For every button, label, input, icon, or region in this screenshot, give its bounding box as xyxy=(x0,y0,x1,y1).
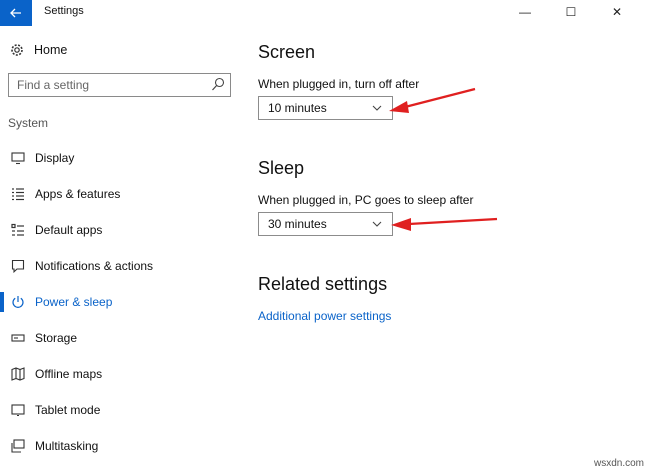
sidebar-item-storage[interactable]: Storage xyxy=(0,320,245,356)
sidebar-item-apps-features[interactable]: Apps & features xyxy=(0,176,245,212)
additional-power-settings-link[interactable]: Additional power settings xyxy=(258,309,391,323)
sidebar-item-label: Display xyxy=(35,151,75,165)
annotation-arrow-screen xyxy=(389,87,476,113)
sidebar-item-label: Notifications & actions xyxy=(35,259,154,273)
window-controls: — ☐ ✕ xyxy=(502,4,640,20)
sleep-timeout-dropdown[interactable]: 30 minutes xyxy=(258,212,393,236)
sidebar-item-notifications[interactable]: Notifications & actions xyxy=(0,248,245,284)
screen-timeout-value: 10 minutes xyxy=(268,101,327,115)
watermark: wsxdn.com xyxy=(593,458,644,469)
sleep-timeout-value: 30 minutes xyxy=(268,217,327,231)
sidebar-item-tablet-mode[interactable]: Tablet mode xyxy=(0,392,245,428)
maximize-button[interactable]: ☐ xyxy=(548,4,594,20)
back-button[interactable] xyxy=(0,0,32,26)
multitasking-icon xyxy=(11,439,25,453)
tablet-icon xyxy=(11,403,25,417)
sleep-heading: Sleep xyxy=(258,158,305,178)
sidebar-item-multitasking[interactable]: Multitasking xyxy=(0,428,245,464)
sidebar-item-label: Apps & features xyxy=(35,187,121,201)
sidebar-item-label: Power & sleep xyxy=(35,295,113,309)
search-box[interactable] xyxy=(8,73,231,97)
notifications-icon xyxy=(11,259,25,273)
search-icon[interactable] xyxy=(211,77,225,93)
search-input[interactable] xyxy=(9,74,199,96)
screen-timeout-dropdown[interactable]: 10 minutes xyxy=(258,96,393,120)
sidebar: Home System Display Apps & features Defa… xyxy=(0,26,245,473)
system-group-label: System xyxy=(8,116,49,130)
minimize-button[interactable]: — xyxy=(502,4,548,20)
chevron-down-icon xyxy=(372,221,382,227)
related-settings-heading: Related settings xyxy=(258,274,388,294)
sidebar-nav: Display Apps & features Default apps Not… xyxy=(0,140,245,464)
power-icon xyxy=(11,295,25,309)
close-button[interactable]: ✕ xyxy=(594,4,640,20)
sidebar-item-label: Default apps xyxy=(35,223,103,237)
sidebar-item-label: Multitasking xyxy=(35,439,99,453)
sidebar-item-offline-maps[interactable]: Offline maps xyxy=(0,356,245,392)
sidebar-item-label: Tablet mode xyxy=(35,403,101,417)
gear-icon xyxy=(10,43,24,57)
sidebar-item-label: Storage xyxy=(35,331,78,345)
sidebar-item-label: Offline maps xyxy=(35,367,103,381)
sidebar-item-power-sleep[interactable]: Power & sleep xyxy=(0,284,245,320)
apps-list-icon xyxy=(11,187,25,201)
back-arrow-icon xyxy=(10,8,21,18)
sidebar-item-default-apps[interactable]: Default apps xyxy=(0,212,245,248)
title-bar: Settings — ☐ ✕ xyxy=(0,0,650,26)
display-icon xyxy=(11,151,25,165)
storage-icon xyxy=(11,331,25,345)
home-label: Home xyxy=(34,43,68,57)
map-icon xyxy=(11,367,25,381)
chevron-down-icon xyxy=(372,105,382,111)
home-link[interactable]: Home xyxy=(10,43,67,57)
sidebar-item-display[interactable]: Display xyxy=(0,140,245,176)
sleep-timeout-label: When plugged in, PC goes to sleep after xyxy=(258,193,474,207)
screen-heading: Screen xyxy=(258,42,316,62)
default-apps-icon xyxy=(11,223,25,237)
window-title: Settings xyxy=(44,5,84,17)
annotation-arrow-sleep xyxy=(391,217,498,231)
